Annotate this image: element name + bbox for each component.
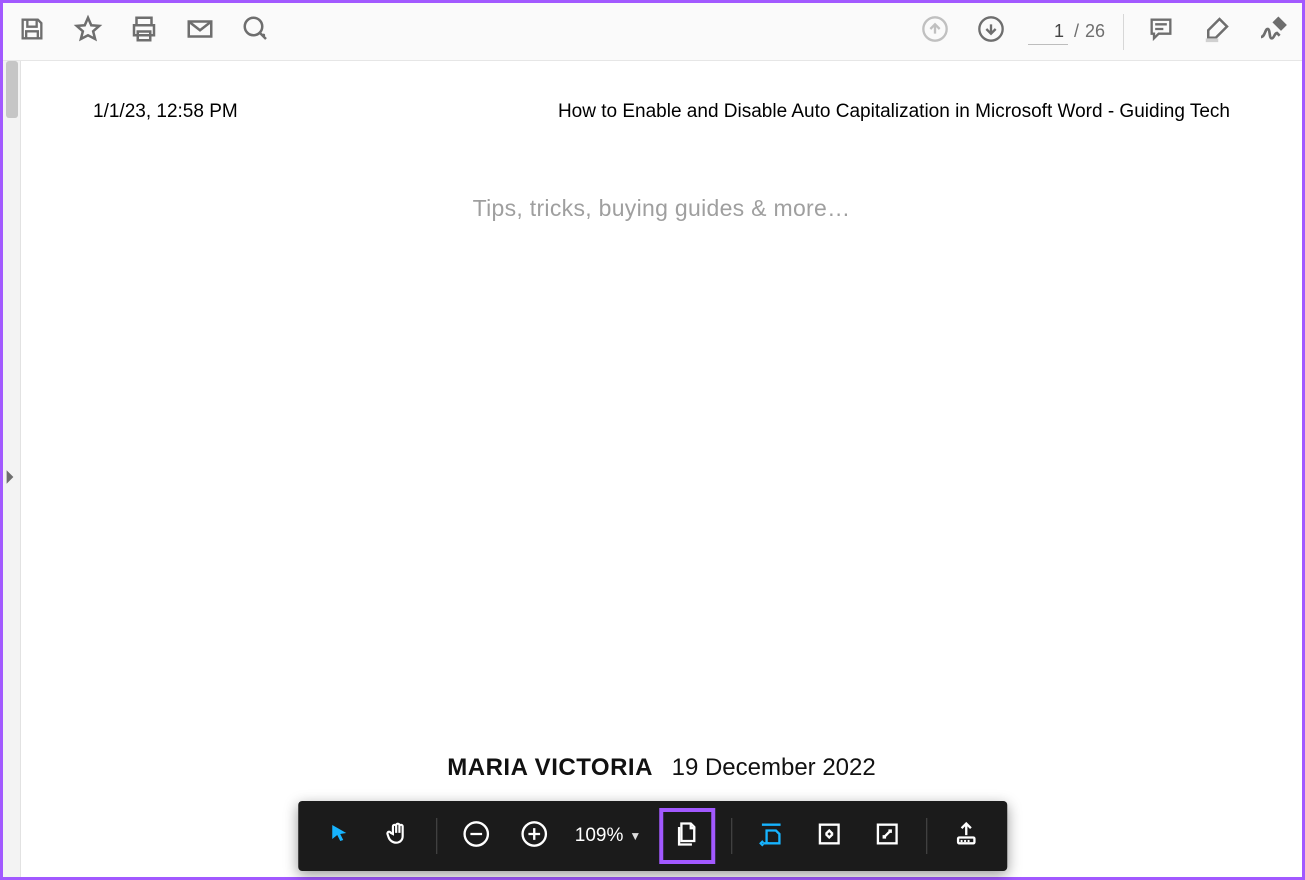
email-button[interactable] — [181, 13, 219, 51]
page-down-button[interactable] — [972, 13, 1010, 51]
total-pages: 26 — [1085, 21, 1105, 42]
author-name: MARIA VICTORIA — [447, 754, 653, 781]
chevron-down-icon: ▼ — [629, 829, 641, 843]
zoom-in-button[interactable] — [511, 813, 557, 859]
find-button[interactable] — [237, 13, 275, 51]
magnifier-icon — [241, 14, 271, 49]
upload-tray-icon — [952, 820, 980, 853]
scrollbar-thumb[interactable] — [6, 61, 18, 118]
fullscreen-button[interactable] — [864, 813, 910, 859]
byline: MARIA VICTORIA 19 December 2022 — [23, 754, 1300, 782]
fit-visible-button[interactable] — [806, 813, 852, 859]
signature-icon — [1257, 13, 1289, 50]
fit-page-button[interactable] — [664, 813, 710, 859]
floating-view-toolbar: 109% ▼ — [298, 801, 1008, 871]
star-icon — [73, 14, 103, 49]
cursor-icon — [327, 822, 351, 851]
page-timestamp: 1/1/23, 12:58 PM — [93, 101, 238, 123]
selection-tool-button[interactable] — [316, 813, 362, 859]
fit-page-button-highlight — [659, 808, 715, 864]
document-page: 1/1/23, 12:58 PM How to Enable and Disab… — [23, 61, 1300, 877]
highlight-button[interactable] — [1198, 13, 1236, 51]
floatbar-separator — [731, 818, 732, 854]
print-button[interactable] — [125, 13, 163, 51]
top-toolbar: / 26 — [3, 3, 1302, 61]
fit-bounds-icon — [815, 820, 843, 853]
minus-circle-icon — [462, 820, 490, 853]
plus-circle-icon — [520, 820, 548, 853]
zoom-value: 109% — [575, 825, 624, 847]
expand-sidebar-handle[interactable] — [3, 466, 17, 492]
arrow-down-circle-icon — [977, 15, 1005, 48]
envelope-icon — [185, 14, 215, 49]
hand-icon — [384, 821, 410, 852]
comment-icon — [1147, 15, 1175, 48]
zoom-out-button[interactable] — [453, 813, 499, 859]
page-header-title: How to Enable and Disable Auto Capitaliz… — [558, 101, 1230, 123]
page-separator: / — [1074, 21, 1079, 42]
page-stack-icon — [673, 820, 701, 853]
zoom-level-dropdown[interactable]: 109% ▼ — [569, 825, 648, 847]
star-button[interactable] — [69, 13, 107, 51]
marker-icon — [1202, 14, 1232, 49]
current-page-input[interactable] — [1028, 19, 1068, 45]
read-mode-button[interactable] — [943, 813, 989, 859]
hand-tool-button[interactable] — [374, 813, 420, 859]
page-up-button[interactable] — [916, 13, 954, 51]
page-indicator: / 26 — [1028, 19, 1105, 45]
comment-button[interactable] — [1142, 13, 1180, 51]
arrow-up-circle-icon — [921, 15, 949, 48]
floppy-icon — [18, 15, 46, 48]
fit-width-icon — [757, 820, 785, 853]
floatbar-separator — [926, 818, 927, 854]
toolbar-separator — [1123, 14, 1124, 50]
floatbar-separator — [436, 818, 437, 854]
tagline-text: Tips, tricks, buying guides & more… — [93, 195, 1230, 222]
printer-icon — [129, 14, 159, 49]
fit-width-button[interactable] — [748, 813, 794, 859]
document-viewport: 1/1/23, 12:58 PM How to Enable and Disab… — [3, 61, 1302, 877]
fullscreen-icon — [873, 820, 901, 853]
chevron-right-icon — [4, 468, 16, 491]
save-button[interactable] — [13, 13, 51, 51]
sign-button[interactable] — [1254, 13, 1292, 51]
publish-date: 19 December 2022 — [672, 754, 876, 781]
